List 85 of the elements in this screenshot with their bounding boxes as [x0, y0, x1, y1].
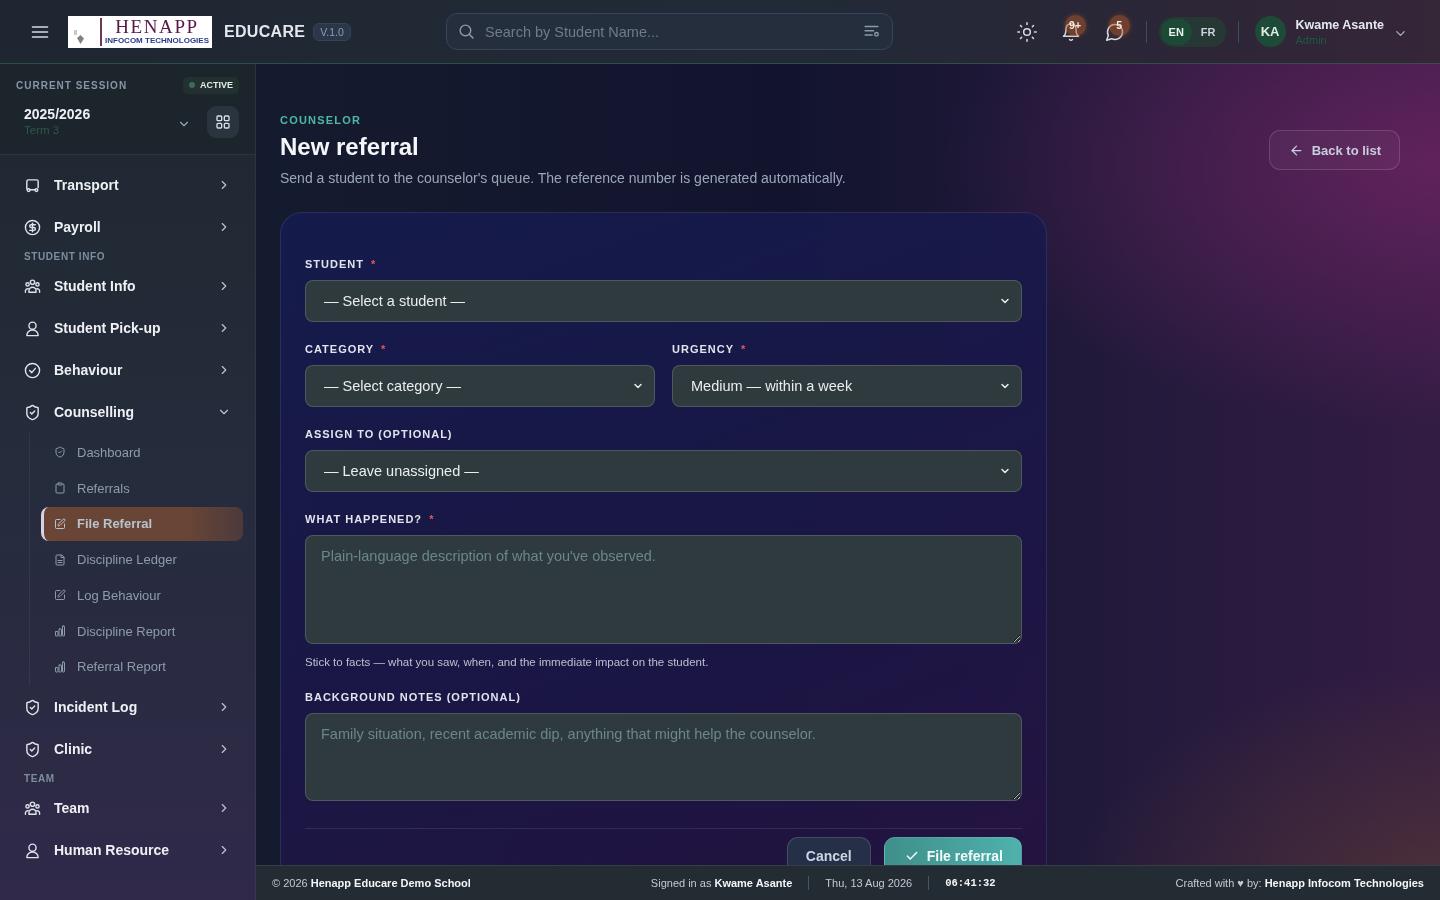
bar-chart-icon — [54, 660, 66, 673]
brand-name: EDUCARE — [224, 22, 306, 41]
filter-icon[interactable] — [863, 23, 880, 40]
field-label: WHAT HAPPENED? * — [305, 512, 436, 526]
edit-icon — [54, 517, 66, 530]
logo-title: HENAPP — [115, 18, 199, 36]
page-eyebrow: COUNSELOR — [280, 113, 363, 127]
sidebar-item[interactable]: Student Info — [0, 265, 255, 307]
sidebar-item[interactable]: Payroll — [0, 206, 255, 248]
messages-button[interactable]: 5 — [1096, 13, 1133, 50]
select-field[interactable]: — Select category — — [305, 365, 655, 407]
textarea-field[interactable]: Family situation, recent academic dip, anything that might help the counselor. — [305, 713, 1022, 801]
footer-credit: Crafted with ♥ by: Henapp Infocom Technologies — [1175, 877, 1424, 889]
sun-icon — [1016, 21, 1037, 42]
field-label: BACKGROUND NOTES (OPTIONAL) — [305, 690, 522, 704]
sidebar-item[interactable]: Incident Log — [0, 686, 255, 728]
sidebar-subitem[interactable]: Referral Report — [41, 649, 243, 684]
shield-check-icon — [24, 740, 41, 758]
field-label: URGENCY * — [672, 342, 748, 356]
sidebar-heading: TEAM — [23, 772, 56, 786]
user-icon — [24, 319, 41, 337]
sidebar-subitem[interactable]: Referrals — [41, 471, 243, 505]
status-dot-icon — [189, 82, 195, 88]
notification-badge: 9+ — [1064, 14, 1086, 36]
notifications-button[interactable]: 9+ — [1052, 13, 1089, 50]
grid-icon — [215, 114, 231, 130]
search-icon — [458, 23, 475, 40]
sidebar-item[interactable]: Transport — [0, 164, 255, 206]
footer-time: 06:41:32 — [945, 877, 996, 889]
sidebar-subitem[interactable]: Dashboard — [41, 435, 243, 470]
page-subtitle: Send a student to the counselor's queue. The reference number is generated automatically. — [280, 169, 846, 188]
dollar-icon — [24, 218, 41, 236]
sidebar-subitem[interactable]: Log Behaviour — [41, 578, 243, 613]
status-badge: ACTIVE — [183, 76, 239, 94]
footer-date: Thu, 13 Aug 2026 — [825, 877, 913, 889]
field-label: CATEGORY * — [305, 342, 388, 356]
apps-button[interactable] — [207, 106, 239, 138]
sidebar-item[interactable]: Clinic — [0, 728, 255, 770]
bell-icon — [1060, 21, 1081, 42]
select-field[interactable]: — Select a student — — [305, 280, 1022, 322]
message-badge: 5 — [1108, 14, 1130, 36]
cancel-button[interactable]: Cancel — [786, 837, 871, 865]
user-icon — [24, 841, 41, 859]
sidebar-subitem[interactable]: Discipline Report — [41, 614, 243, 648]
language-tab[interactable]: EN — [1160, 18, 1192, 45]
shield-check-icon — [54, 446, 66, 459]
sidebar-heading: STUDENT INFO — [23, 250, 107, 264]
version-badge: V.1.0 — [313, 22, 351, 41]
sidebar-item[interactable]: Team — [0, 787, 255, 829]
check-icon — [904, 849, 919, 863]
users-icon — [24, 799, 41, 817]
sidebar-subitem[interactable]: Discipline Ledger — [41, 542, 243, 577]
textarea-field[interactable]: Plain-language description of what you've observed. — [305, 535, 1022, 644]
document-icon — [54, 553, 66, 566]
sidebar-item[interactable]: Behaviour — [0, 349, 255, 391]
search-field[interactable]: Search by Student Name... — [446, 13, 893, 50]
session-label: CURRENT SESSION — [16, 79, 128, 91]
logo-mark-icon — [74, 29, 84, 44]
sidebar-subitem[interactable]: File Referral — [41, 506, 243, 541]
users-icon — [24, 277, 41, 295]
user-name: Kwame Asante — [1295, 16, 1384, 33]
footer-copyright: © 2026 Henapp Educare Demo School — [272, 877, 471, 889]
sidebar-item[interactable]: Human Resource — [0, 829, 255, 871]
bus-icon — [24, 176, 41, 194]
field-label: ASSIGN TO (OPTIONAL) — [305, 427, 454, 441]
language-tab[interactable]: FR — [1192, 18, 1224, 45]
bar-chart-icon — [54, 625, 66, 637]
chat-icon — [1104, 21, 1125, 42]
session-year: 2025/2026 — [24, 106, 92, 123]
edit-icon — [54, 589, 66, 602]
check-circle-icon — [24, 361, 41, 379]
shield-check-icon — [24, 698, 41, 716]
select-field[interactable]: Medium — within a week — [672, 365, 1022, 407]
shield-check-icon — [24, 403, 41, 421]
help-text: Stick to facts — what you saw, when, and the immediate impact on the student. — [305, 655, 710, 670]
sidebar-item[interactable]: Counselling — [0, 391, 255, 433]
footer-user: Signed in as Kwame Asante — [650, 877, 793, 889]
user-avatar[interactable]: KA — [1254, 16, 1286, 47]
back-button[interactable]: Back to list — [1268, 130, 1400, 170]
sidebar-item[interactable]: Student Pick-up — [0, 307, 255, 349]
field-label: STUDENT * — [305, 257, 378, 271]
select-field[interactable]: — Leave unassigned — — [305, 450, 1022, 492]
clipboard-icon — [54, 482, 66, 494]
page-title: New referral — [280, 132, 420, 162]
logo-subtitle: INFOCOM TECHNOLOGIES — [105, 36, 209, 45]
